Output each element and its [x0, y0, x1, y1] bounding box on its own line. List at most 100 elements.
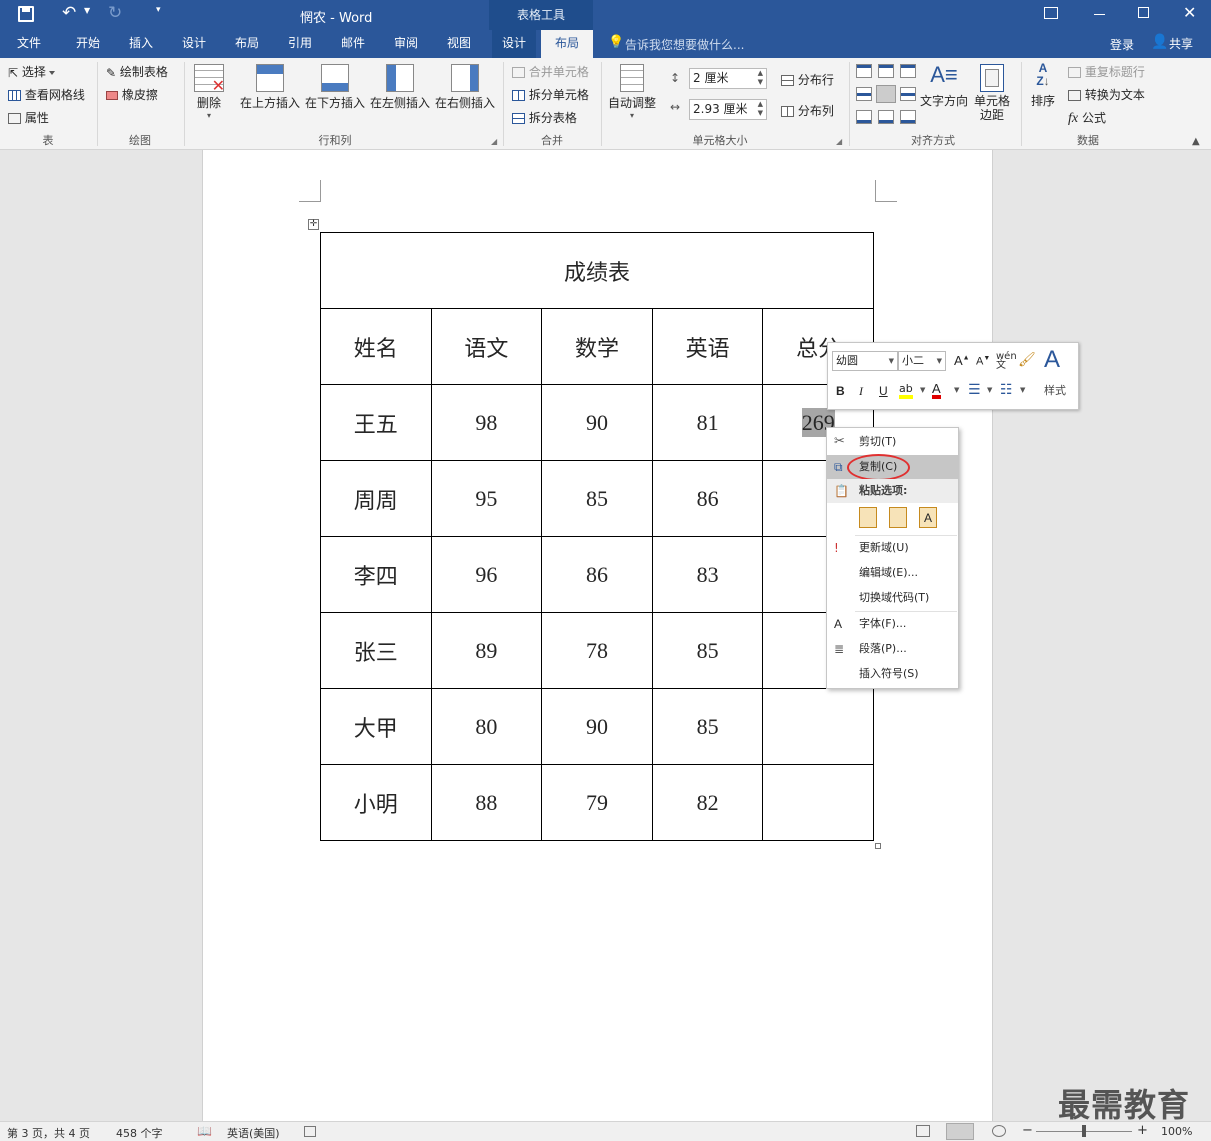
bold-icon[interactable]: B [836, 384, 845, 398]
save-icon[interactable] [18, 6, 34, 22]
tab-insert[interactable]: 插入 [119, 30, 163, 58]
align-bottom-right-icon[interactable] [900, 110, 916, 124]
convert-to-text-button[interactable]: 转换为文本 [1068, 86, 1145, 103]
delete-button[interactable]: ✕ 删除 ▾ [192, 64, 226, 120]
highlight-dropdown-icon[interactable]: ▼ [920, 386, 925, 394]
tab-home[interactable]: 开始 [66, 30, 110, 58]
zoom-slider-thumb[interactable] [1082, 1125, 1086, 1137]
web-layout-icon[interactable] [992, 1125, 1006, 1137]
collapse-ribbon-icon[interactable]: ▲ [1192, 136, 1200, 147]
font-size-select[interactable]: 小二 ▼ [898, 351, 946, 371]
redo-icon[interactable]: ↻ [108, 3, 122, 23]
numbering-icon[interactable]: ☷ [1000, 382, 1013, 398]
italic-icon[interactable]: I [859, 384, 863, 399]
menu-item-cut[interactable]: ✂ 剪切(T) [827, 430, 958, 454]
proofing-icon[interactable]: 📖 [197, 1124, 212, 1138]
align-middle-center-icon[interactable] [876, 85, 896, 103]
font-name-select[interactable]: 幼圆 ▼ [832, 351, 898, 371]
undo-icon[interactable]: ↶ [62, 3, 76, 23]
rowcol-dialog-launcher-icon[interactable]: ◢ [491, 137, 497, 146]
tab-review[interactable]: 审阅 [384, 30, 428, 58]
menu-item-copy[interactable]: ⧉ 复制(C) [827, 454, 958, 481]
page-count[interactable]: 第 3 页，共 4 页 [7, 1125, 90, 1141]
menu-item-edit-field[interactable]: 编辑域(E)... [827, 561, 958, 585]
menu-item-insert-symbol[interactable]: 插入符号(S) [827, 662, 958, 686]
table-move-handle-icon[interactable]: ✛ [308, 219, 319, 230]
view-gridlines-button[interactable]: 查看网格线 [8, 86, 85, 103]
format-painter-icon[interactable]: 🖌 [1018, 352, 1036, 368]
eraser-button[interactable]: 橡皮擦 [106, 86, 158, 103]
bullets-icon[interactable]: ☰ [968, 382, 981, 398]
close-icon[interactable]: ✕ [1183, 3, 1196, 22]
cell-total[interactable] [762, 688, 874, 765]
font-color-dropdown-icon[interactable]: ▼ [954, 386, 959, 394]
shrink-font-icon[interactable]: A▼ [976, 355, 990, 368]
macro-icon[interactable] [304, 1126, 316, 1137]
align-top-right-icon[interactable] [900, 64, 916, 78]
share-button[interactable]: 共享 [1169, 35, 1193, 52]
formula-button[interactable]: fx 公式 [1068, 109, 1106, 127]
phonetic-guide-icon[interactable]: wén 文 [996, 352, 1017, 371]
menu-item-paragraph[interactable]: ≣ 段落(P)... [827, 637, 958, 661]
properties-button[interactable]: 属性 [8, 109, 49, 126]
table-resize-handle[interactable] [875, 843, 881, 849]
bullets-dropdown-icon[interactable]: ▼ [987, 386, 992, 394]
tab-view[interactable]: 视图 [437, 30, 481, 58]
text-direction-button[interactable]: A≡ 文字方向 [918, 62, 970, 109]
zoom-in-button[interactable]: + [1137, 1123, 1148, 1138]
align-bottom-center-icon[interactable] [878, 110, 894, 124]
customize-qat-icon[interactable]: ▾ [156, 5, 161, 15]
col-width-input[interactable]: 2.93 厘米 ▲ ▼ [689, 99, 767, 120]
distribute-cols-button[interactable]: 分布列 [781, 102, 834, 119]
print-layout-icon[interactable] [946, 1123, 974, 1140]
insert-below-button[interactable]: 在下方插入 [304, 64, 366, 111]
cell-total[interactable] [762, 764, 874, 841]
numbering-dropdown-icon[interactable]: ▼ [1020, 386, 1025, 394]
font-color-icon[interactable]: A [932, 382, 941, 399]
row-height-input[interactable]: 2 厘米 ▲ ▼ [689, 68, 767, 89]
tab-design[interactable]: 设计 [172, 30, 216, 58]
tab-file[interactable]: 文件 [8, 30, 50, 58]
grow-font-icon[interactable]: A▲ [954, 353, 970, 368]
draw-table-button[interactable]: ✎ 绘制表格 [106, 63, 168, 80]
login-link[interactable]: 登录 [1110, 36, 1134, 53]
tab-table-layout[interactable]: 布局 [541, 30, 593, 58]
minimize-icon[interactable] [1094, 14, 1105, 15]
cell-margins-button[interactable]: 单元格 边距 [971, 64, 1013, 122]
sort-button[interactable]: A Z↓ 排序 [1026, 62, 1060, 109]
ribbon-display-options-icon[interactable] [1044, 7, 1058, 19]
zoom-out-button[interactable]: − [1022, 1123, 1033, 1138]
score-table[interactable]: 成绩表 姓名 语文 数学 英语 总分 王五 98 90 81 269 周周 95… [320, 232, 874, 841]
tell-me-box[interactable]: 告诉我您想要做什么... [625, 36, 744, 53]
select-button[interactable]: ⇱ 选择 [8, 63, 55, 80]
split-table-button[interactable]: 拆分表格 [512, 109, 577, 126]
styles-label[interactable]: 样式 [1044, 382, 1066, 398]
align-bottom-left-icon[interactable] [856, 110, 872, 124]
tab-references[interactable]: 引用 [278, 30, 322, 58]
align-middle-right-icon[interactable] [900, 87, 916, 101]
zoom-level[interactable]: 100% [1161, 1125, 1192, 1138]
distribute-rows-button[interactable]: 分布行 [781, 71, 834, 88]
align-middle-left-icon[interactable] [856, 87, 872, 101]
paste-text-only-icon[interactable]: A [919, 507, 937, 528]
paste-merge-format-icon[interactable] [889, 507, 907, 528]
highlight-icon[interactable]: ab [899, 383, 913, 399]
maximize-icon[interactable] [1138, 7, 1149, 18]
split-cells-button[interactable]: 拆分单元格 [512, 86, 589, 103]
underline-icon[interactable]: U [879, 384, 888, 398]
tab-layout[interactable]: 布局 [225, 30, 269, 58]
autofit-button[interactable]: 自动调整 ▾ [606, 64, 658, 120]
tab-mailings[interactable]: 邮件 [331, 30, 375, 58]
insert-right-button[interactable]: 在右侧插入 [434, 64, 496, 111]
tab-table-design[interactable]: 设计 [492, 30, 536, 58]
menu-item-update-field[interactable]: ! 更新域(U) [827, 536, 958, 560]
paste-keep-format-icon[interactable] [859, 507, 877, 528]
align-top-center-icon[interactable] [878, 64, 894, 78]
menu-item-font[interactable]: A 字体(F)... [827, 612, 958, 636]
read-mode-icon[interactable] [916, 1125, 930, 1137]
language-indicator[interactable]: 英语(美国) [227, 1125, 280, 1141]
insert-above-button[interactable]: 在上方插入 [239, 64, 301, 111]
cellsize-dialog-launcher-icon[interactable]: ◢ [836, 137, 842, 146]
undo-dropdown-icon[interactable]: ▼ [84, 6, 90, 15]
merge-cells-button[interactable]: 合并单元格 [512, 63, 589, 80]
